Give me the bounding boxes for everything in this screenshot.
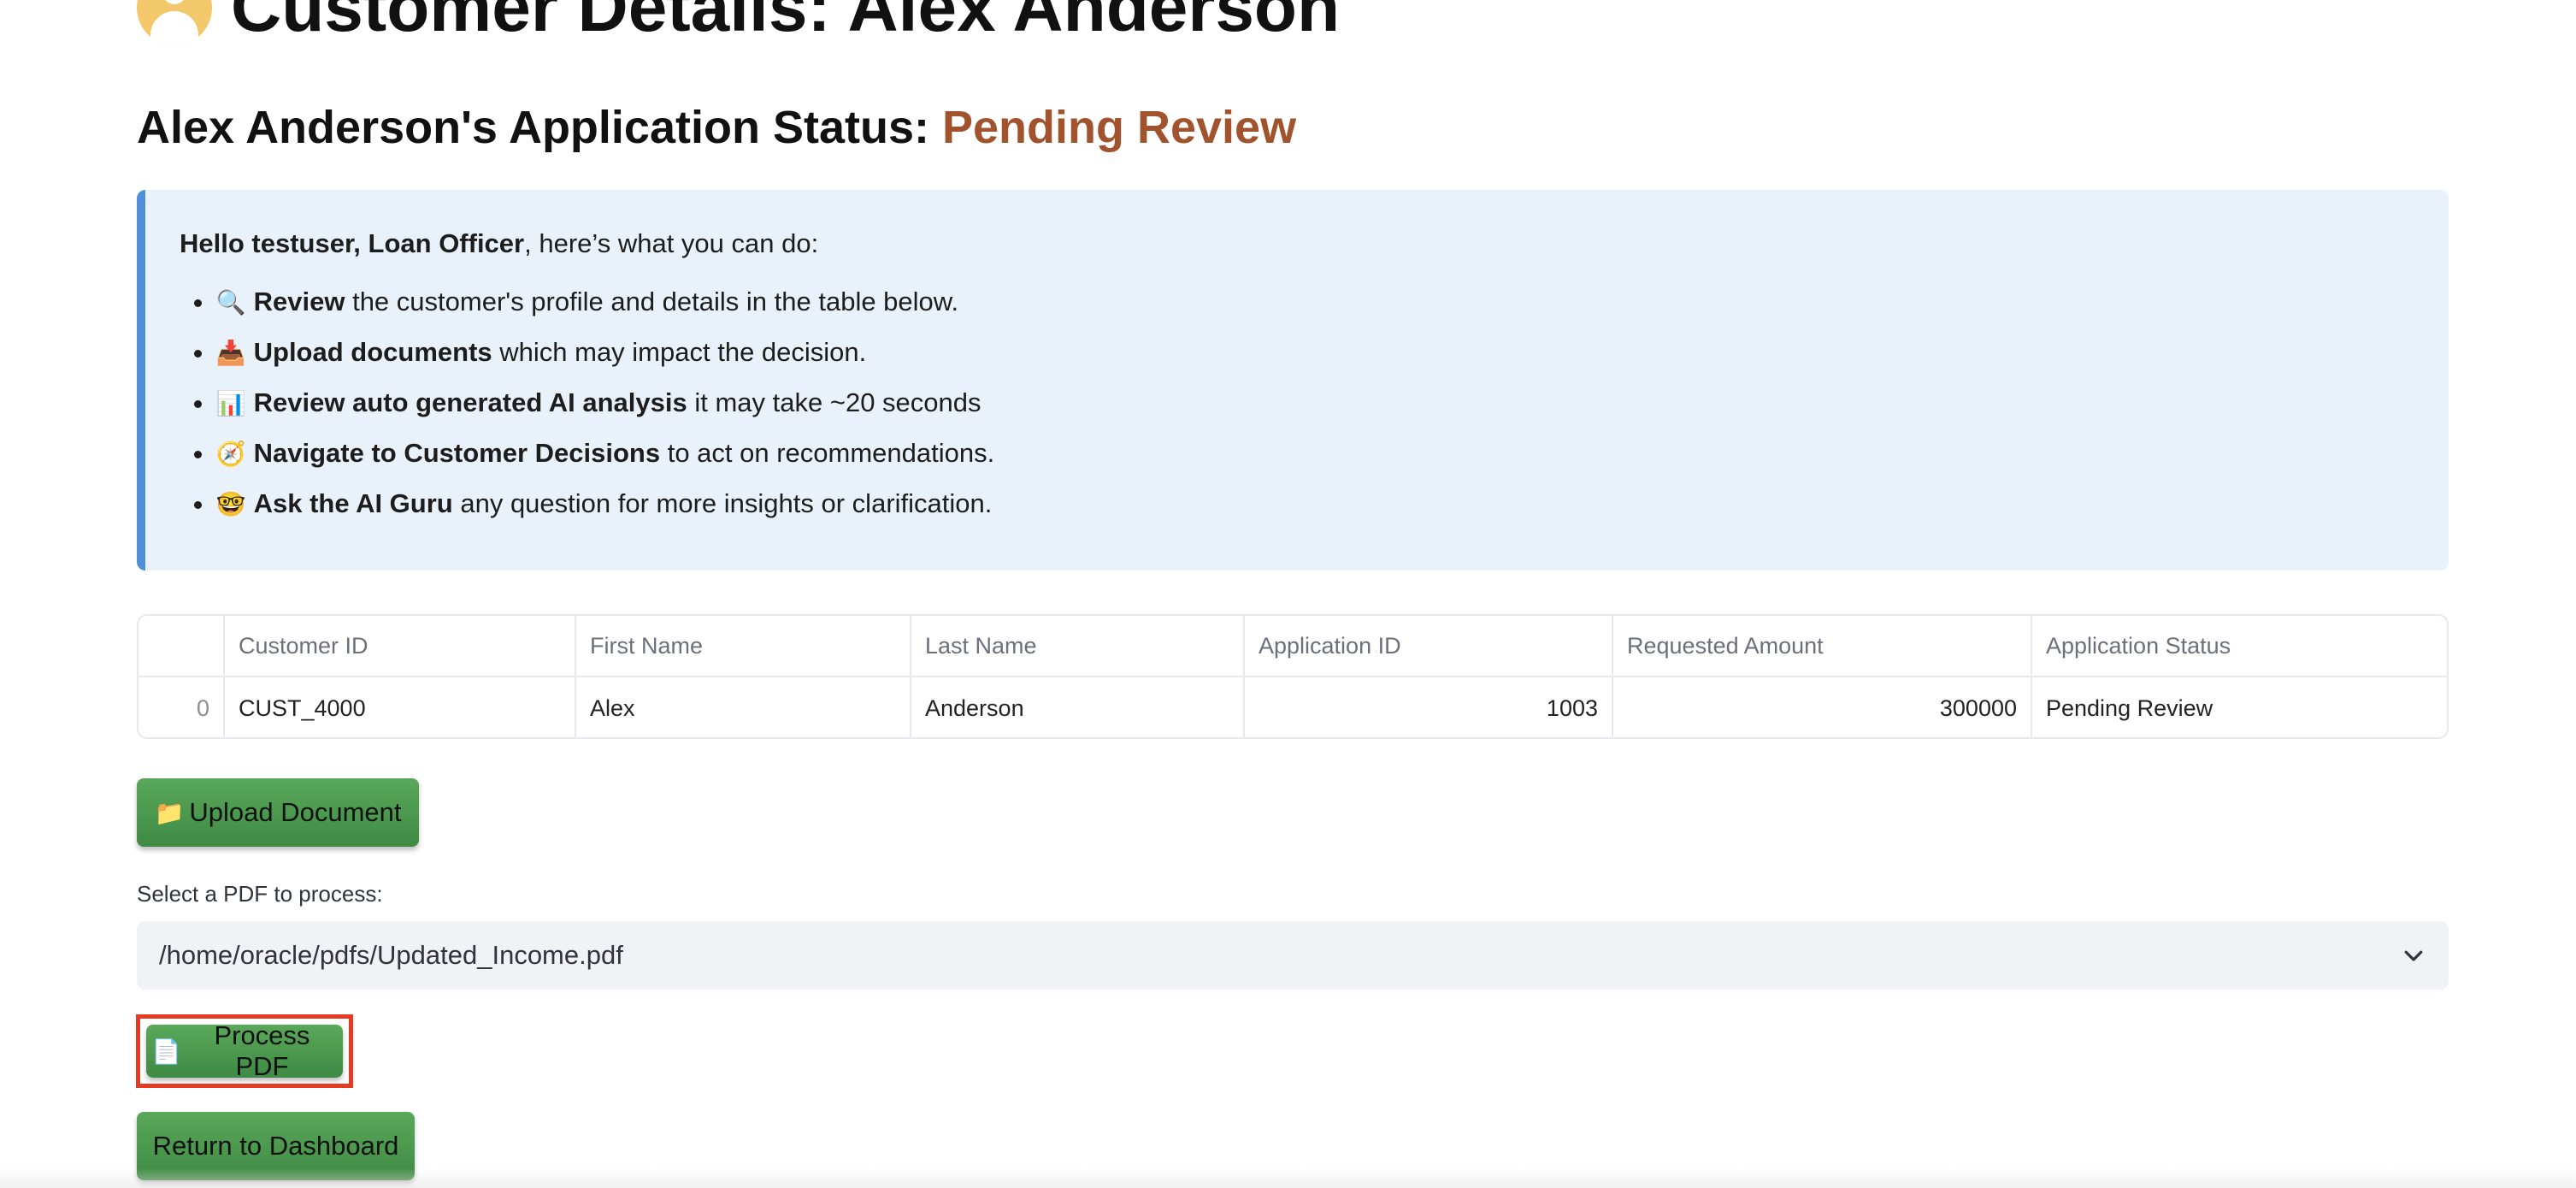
- instruction-text: the customer's profile and details in th…: [345, 287, 959, 316]
- page-title: Customer Details: Alex Anderson: [231, 0, 1341, 46]
- first-name-cell[interactable]: Alex: [575, 677, 911, 737]
- inbox-tray-icon: 📥: [215, 339, 246, 367]
- process-pdf-label: Process PDF: [214, 1020, 310, 1081]
- column-header-requested-amount[interactable]: Requested Amount: [1612, 616, 2032, 677]
- process-pdf-highlight: 📄 Process PDF: [136, 1014, 353, 1088]
- instruction-item-ai-analysis: 📊 Review auto generated AI analysis it m…: [215, 378, 2449, 429]
- last-name-cell[interactable]: Anderson: [911, 677, 1245, 737]
- pdf-select-label: Select a PDF to process:: [137, 881, 383, 907]
- instruction-text: to act on recommendations.: [660, 438, 995, 468]
- table-row: 0 CUST_4000 Alex Anderson 1003 300000 Pe…: [139, 677, 2447, 737]
- nerd-face-icon: 🤓: [215, 490, 246, 518]
- greeting-rest: , here’s what you can do:: [524, 228, 819, 258]
- instruction-item-upload: 📥 Upload documents which may impact the …: [215, 328, 2449, 378]
- customer-id-cell[interactable]: CUST_4000: [224, 677, 576, 737]
- chevron-down-icon[interactable]: [2401, 943, 2426, 968]
- instruction-list: 🔍 Review the customer's profile and deta…: [180, 277, 2449, 529]
- application-status-cell[interactable]: Pending Review: [2031, 677, 2447, 737]
- instruction-text: which may impact the decision.: [492, 337, 867, 367]
- column-header-application-id[interactable]: Application ID: [1244, 616, 1613, 677]
- column-header-first-name[interactable]: First Name: [575, 616, 911, 677]
- status-badge: Pending Review: [941, 102, 1297, 153]
- requested-amount-cell[interactable]: 300000: [1612, 677, 2032, 737]
- process-pdf-button[interactable]: 📄 Process PDF: [146, 1020, 343, 1081]
- bar-chart-icon: 📊: [215, 389, 246, 417]
- page-header: Customer Details: Alex Anderson: [137, 0, 1340, 48]
- status-heading-prefix: Alex Anderson's Application Status:: [137, 102, 942, 153]
- instruction-bold: Review auto generated AI analysis: [253, 387, 687, 417]
- column-header-last-name[interactable]: Last Name: [911, 616, 1245, 677]
- folder-icon: 📁: [154, 798, 185, 827]
- application-id-cell[interactable]: 1003: [1244, 677, 1613, 737]
- page-icon: 📄: [151, 1037, 181, 1066]
- greeting: Hello testuser, Loan Officer, here’s wha…: [180, 219, 2449, 269]
- application-status-heading: Alex Anderson's Application Status: Pend…: [137, 101, 1296, 154]
- instruction-item-review: 🔍 Review the customer's profile and deta…: [215, 277, 2449, 328]
- instruction-item-ai-guru: 🤓 Ask the AI Guru any question for more …: [215, 479, 2449, 529]
- pdf-select-dropdown[interactable]: /home/oracle/pdfs/Updated_Income.pdf: [137, 921, 2449, 990]
- compass-icon: 🧭: [215, 440, 246, 468]
- column-header-index[interactable]: [139, 616, 225, 677]
- upload-document-button[interactable]: 📁 Upload Document: [137, 778, 419, 847]
- instruction-text: it may take ~20 seconds: [687, 387, 981, 417]
- pdf-select-value: /home/oracle/pdfs/Updated_Income.pdf: [159, 940, 623, 970]
- user-avatar-icon: [137, 0, 212, 45]
- row-index-cell[interactable]: 0: [139, 677, 225, 737]
- column-header-application-status[interactable]: Application Status: [2031, 616, 2447, 677]
- column-header-customer-id[interactable]: Customer ID: [224, 616, 576, 677]
- instruction-bold: Review: [253, 287, 345, 316]
- instruction-bold: Upload documents: [253, 337, 492, 367]
- table-header-row: Customer ID First Name Last Name Applica…: [139, 616, 2447, 677]
- page: Customer Details: Alex Anderson Alex And…: [0, 0, 2576, 1188]
- greeting-user: Hello testuser, Loan Officer: [180, 228, 525, 258]
- return-to-dashboard-button[interactable]: Return to Dashboard: [137, 1112, 415, 1180]
- magnifier-icon: 🔍: [215, 288, 246, 316]
- upload-document-label: Upload Document: [189, 797, 402, 827]
- instruction-text: any question for more insights or clarif…: [452, 488, 993, 518]
- customer-table[interactable]: Customer ID First Name Last Name Applica…: [137, 614, 2449, 739]
- instruction-item-navigate: 🧭 Navigate to Customer Decisions to act …: [215, 429, 2449, 479]
- instruction-bold: Ask the AI Guru: [253, 488, 453, 518]
- instruction-bold: Navigate to Customer Decisions: [253, 438, 661, 468]
- instructions-info-box: Hello testuser, Loan Officer, here’s wha…: [137, 190, 2449, 570]
